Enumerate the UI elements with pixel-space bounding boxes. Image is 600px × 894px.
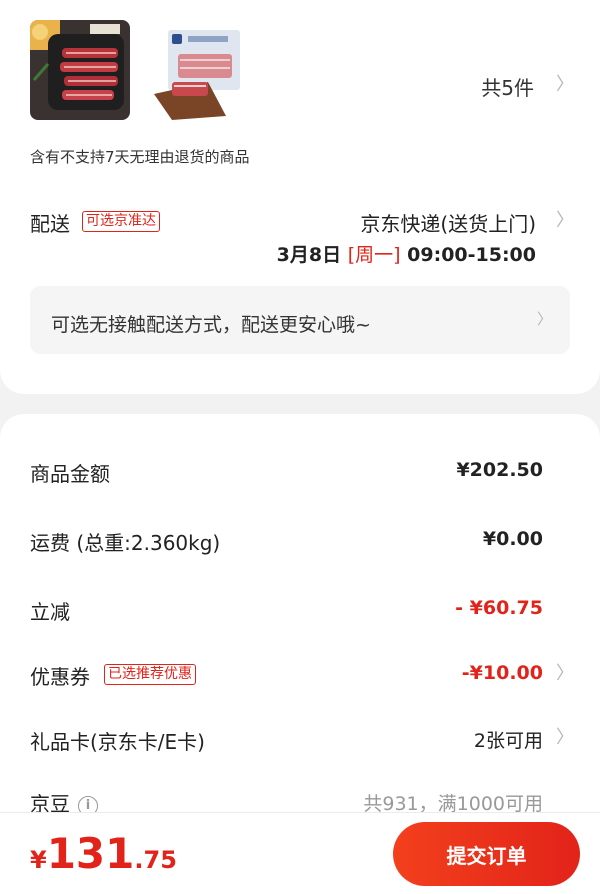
shipping-method[interactable]: 京东快递(送货上门) — [360, 208, 536, 237]
delivery-date: 3月8日 — [276, 244, 342, 266]
freight-value: ¥0.00 — [482, 528, 543, 550]
delivery-window: 09:00-15:00 — [407, 244, 536, 266]
total-integer: 131 — [46, 829, 135, 878]
chevron-right-icon[interactable]: 〉 — [556, 729, 574, 747]
freight-label: 运费 (总重:2.360kg) — [30, 531, 221, 555]
product-thumbnail-ribs[interactable] — [30, 20, 130, 120]
total-decimal: .75 — [134, 846, 177, 874]
product-image-ribs — [30, 20, 130, 120]
item-count[interactable]: 共5件 — [481, 72, 534, 101]
chevron-right-icon: 〉 — [537, 310, 553, 328]
shipping-label: 配送 — [30, 212, 70, 236]
product-image-beef-pack — [148, 20, 248, 120]
goods-amount-value: ¥202.50 — [456, 459, 543, 481]
submit-order-button[interactable]: 提交订单 — [393, 822, 580, 886]
goods-amount-label: 商品金额 — [30, 462, 110, 486]
chevron-right-icon[interactable]: 〉 — [556, 665, 574, 683]
chevron-right-icon[interactable]: 〉 — [556, 76, 574, 94]
coupon-tag-badge: 已选推荐优惠 — [104, 664, 196, 685]
coupon-label: 优惠券 — [30, 665, 90, 689]
product-thumbnail-beef-pack[interactable] — [148, 20, 248, 120]
contactless-text: 可选无接触配送方式，配送更安心哦~ — [51, 314, 371, 336]
gift-card-label: 礼品卡(京东卡/E卡) — [30, 730, 205, 754]
contactless-delivery-option[interactable]: 可选无接触配送方式，配送更安心哦~ 〉 — [30, 286, 570, 354]
gift-card-value[interactable]: 2张可用 — [474, 726, 543, 753]
delivery-time[interactable]: 3月8日 [周一] 09:00-15:00 — [277, 240, 536, 267]
instant-discount-label: 立减 — [30, 600, 70, 624]
currency-symbol: ¥ — [30, 846, 47, 874]
chevron-right-icon[interactable]: 〉 — [556, 212, 574, 230]
checkout-bar: ¥131.75 提交订单 — [0, 812, 600, 894]
instant-discount-value: - ¥60.75 — [455, 597, 543, 619]
coupon-value[interactable]: -¥10.00 — [462, 662, 543, 684]
delivery-weekday: [周一] — [347, 244, 401, 266]
shipping-tag-badge: 可选京准达 — [82, 211, 160, 232]
total-price: ¥131.75 — [30, 829, 177, 878]
order-items-card: 共5件 〉 含有不支持7天无理由退货的商品 配送 可选京准达 京东快递(送货上门… — [0, 0, 600, 394]
return-policy-notice: 含有不支持7天无理由退货的商品 — [30, 148, 250, 166]
